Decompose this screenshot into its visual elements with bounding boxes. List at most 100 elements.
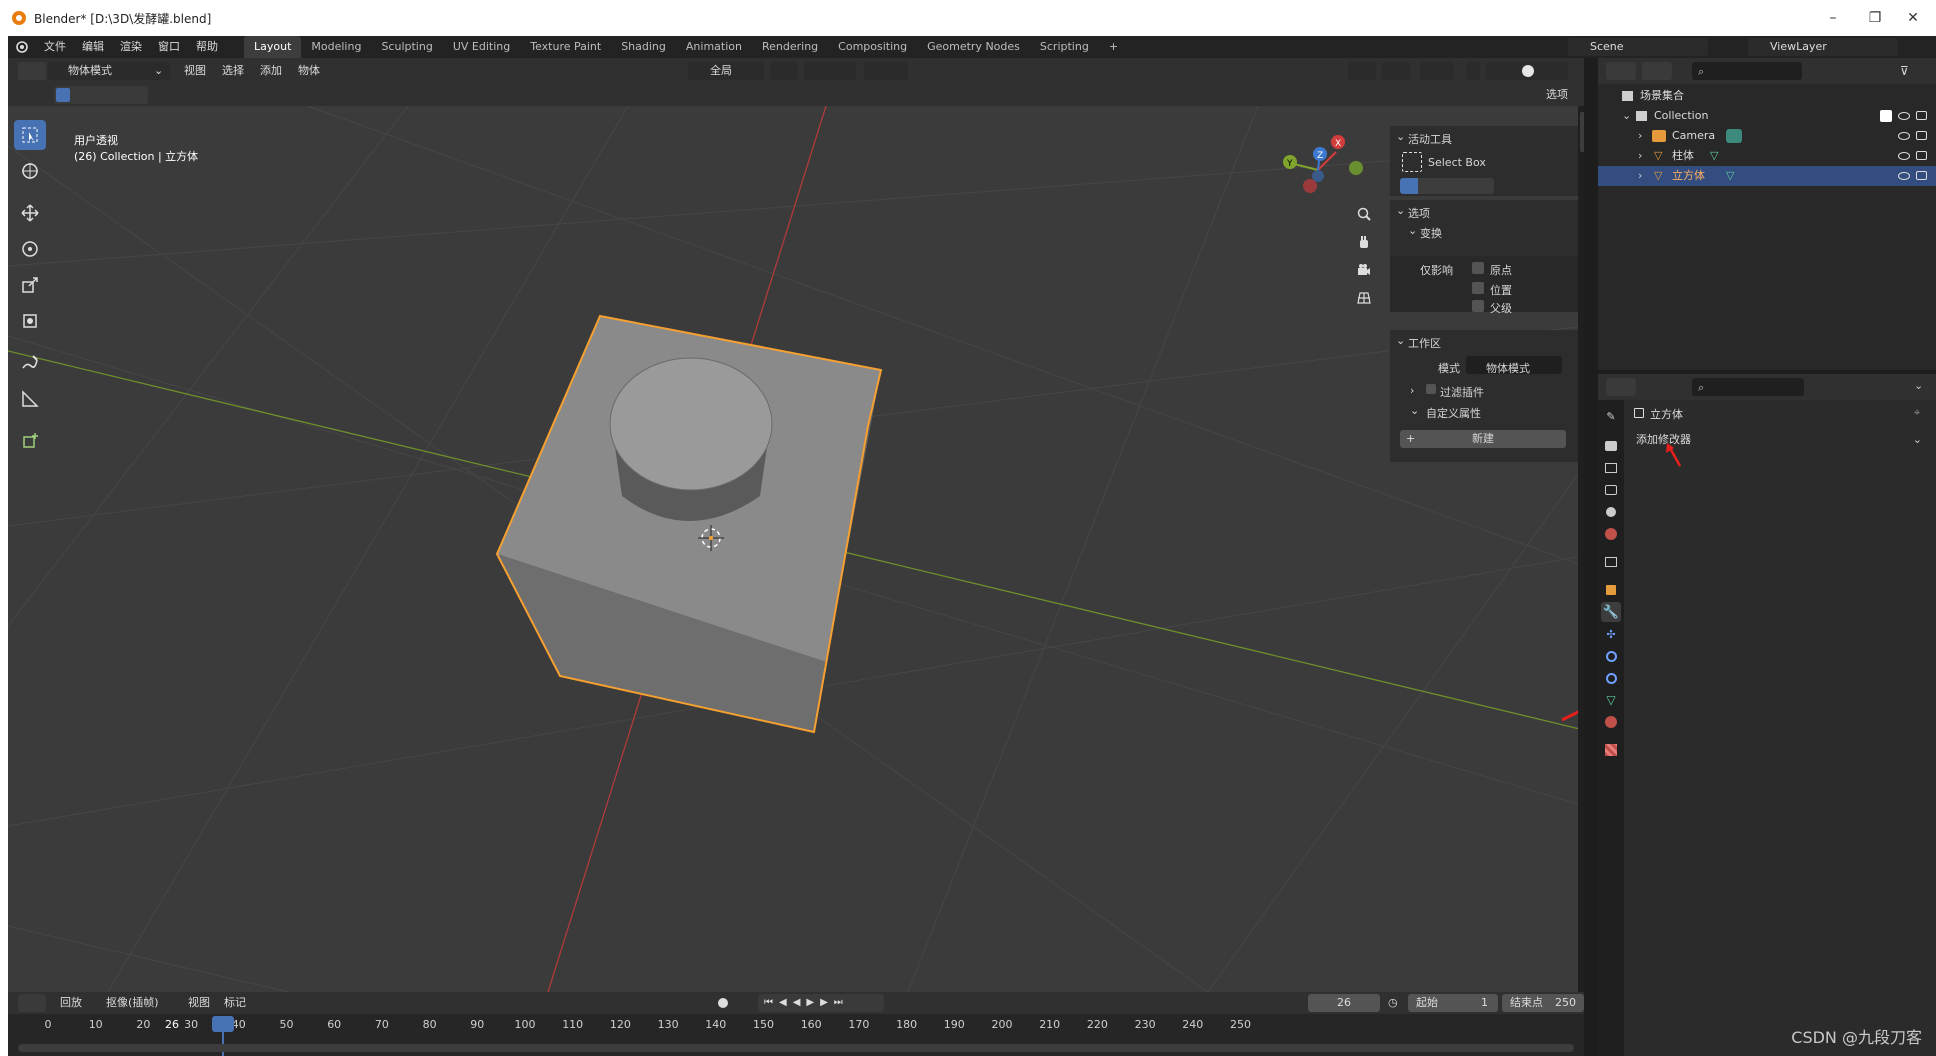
- markers-menu[interactable]: 标记: [224, 994, 246, 1012]
- outliner-item-camera[interactable]: › Camera: [1598, 126, 1936, 146]
- clock-icon[interactable]: ◷: [1388, 994, 1404, 1012]
- chevron-down-icon[interactable]: ⌄: [1396, 334, 1405, 347]
- menu-help[interactable]: 帮助: [188, 36, 226, 58]
- exclude-checkbox[interactable]: [1880, 110, 1892, 122]
- pin-icon[interactable]: ⌖: [1914, 406, 1920, 420]
- select-new-icon[interactable]: [56, 88, 70, 102]
- menu-add[interactable]: 添加: [260, 62, 282, 80]
- object-properties-icon[interactable]: [1601, 580, 1621, 600]
- filter-addons-checkbox[interactable]: [1426, 384, 1436, 394]
- minimize-button[interactable]: –: [1810, 0, 1856, 36]
- solid-shading-icon[interactable]: [1522, 65, 1534, 77]
- chevron-right-icon[interactable]: ›: [1410, 384, 1414, 397]
- timeline-ruler[interactable]: 0 10 20 26 30 40 50 60 70 80 90 100 110 120 130 140 150 1…: [8, 1014, 1584, 1056]
- perspective-grid-icon[interactable]: [1352, 286, 1376, 310]
- tab-geometry-nodes[interactable]: Geometry Nodes: [917, 36, 1030, 58]
- scene-selector[interactable]: Scene: [1568, 38, 1708, 56]
- chevron-right-icon[interactable]: ›: [1638, 166, 1642, 186]
- affect-origins-checkbox[interactable]: [1472, 262, 1484, 274]
- 3d-viewport[interactable]: 用户透视 (26) Collection | 立方体 X Y Z ⌄ 活动工具 …: [8, 106, 1584, 992]
- tool-properties-icon[interactable]: ✎: [1601, 406, 1621, 426]
- affect-parents-checkbox[interactable]: [1472, 300, 1484, 312]
- visibility-button[interactable]: [1348, 62, 1376, 80]
- menu-object[interactable]: 物体: [298, 62, 320, 80]
- modifier-properties-icon[interactable]: 🔧: [1601, 602, 1621, 622]
- eye-icon[interactable]: [1898, 152, 1910, 160]
- eye-icon[interactable]: [1898, 112, 1910, 120]
- scene-properties-icon[interactable]: [1601, 502, 1621, 522]
- rotate-tool[interactable]: [14, 234, 46, 264]
- tab-rendering[interactable]: Rendering: [752, 36, 828, 58]
- select-box-tool[interactable]: [14, 120, 46, 150]
- end-frame-field[interactable]: 结束点 250: [1502, 994, 1584, 1012]
- keying-menu[interactable]: 抠像(插帧): [106, 994, 159, 1012]
- add-cube-tool[interactable]: [14, 426, 46, 456]
- annotate-tool[interactable]: [14, 348, 46, 378]
- chevron-down-icon[interactable]: ⌄: [1396, 130, 1405, 143]
- scale-tool[interactable]: [14, 270, 46, 300]
- eye-icon[interactable]: [1898, 172, 1910, 180]
- menu-render[interactable]: 渲染: [112, 36, 150, 58]
- particles-properties-icon[interactable]: ✣: [1601, 624, 1621, 644]
- editor-type-button[interactable]: [18, 62, 46, 80]
- proportional-edit-button[interactable]: [864, 62, 908, 80]
- collection-row[interactable]: ⌄ Collection: [1598, 106, 1936, 126]
- collection-properties-icon[interactable]: [1601, 552, 1621, 572]
- cursor-tool[interactable]: [14, 156, 46, 186]
- start-frame-field[interactable]: 起始 1: [1408, 994, 1498, 1012]
- chevron-down-icon[interactable]: ⌄: [1396, 204, 1405, 217]
- menu-window[interactable]: 窗口: [150, 36, 188, 58]
- tab-view[interactable]: 视图: [1580, 200, 1584, 240]
- world-properties-icon[interactable]: [1601, 524, 1621, 544]
- tab-animation[interactable]: Animation: [676, 36, 752, 58]
- properties-editor-type-button[interactable]: [1606, 378, 1636, 396]
- xray-button[interactable]: [1466, 62, 1480, 80]
- transform-subheader[interactable]: 变换: [1420, 225, 1442, 241]
- outliner-editor-type-button[interactable]: [1606, 62, 1636, 80]
- view-layer-selector[interactable]: ViewLayer: [1748, 38, 1898, 56]
- camera-render-icon[interactable]: [1916, 131, 1927, 140]
- tab-tool[interactable]: 工具: [1580, 156, 1584, 196]
- chevron-down-icon[interactable]: ⌄: [1914, 379, 1923, 392]
- menu-edit[interactable]: 编辑: [74, 36, 112, 58]
- camera-render-icon[interactable]: [1916, 171, 1927, 180]
- properties-search-input[interactable]: [1692, 378, 1804, 396]
- playback-controls[interactable]: ⏮◀◀▶▶⏭: [758, 994, 884, 1012]
- camera-render-icon[interactable]: [1916, 111, 1927, 120]
- workspace-header[interactable]: 工作区: [1408, 335, 1441, 351]
- outliner-search-input[interactable]: [1692, 62, 1802, 80]
- tab-compositing[interactable]: Compositing: [828, 36, 917, 58]
- pan-hand-icon[interactable]: [1352, 230, 1376, 254]
- eye-icon[interactable]: [1898, 132, 1910, 140]
- tab-item[interactable]: 项目: [1580, 112, 1584, 152]
- tab-modeling[interactable]: Modeling: [301, 36, 371, 58]
- outliner-item-cylinder[interactable]: › ▽ 柱体 ▽: [1598, 146, 1936, 166]
- cylinder-object[interactable]: [609, 357, 773, 521]
- chevron-right-icon[interactable]: ›: [1638, 146, 1642, 166]
- output-properties-icon[interactable]: [1601, 458, 1621, 478]
- gizmo-button[interactable]: [1382, 62, 1410, 80]
- blender-menu-icon[interactable]: [8, 36, 36, 58]
- display-mode-button[interactable]: [1642, 62, 1672, 80]
- filter-addons-label[interactable]: 过滤插件: [1440, 384, 1484, 400]
- active-tool-header[interactable]: 活动工具: [1408, 131, 1452, 147]
- tab-scripting[interactable]: Scripting: [1030, 36, 1099, 58]
- timeline-editor-type-button[interactable]: [18, 994, 46, 1012]
- record-icon[interactable]: [718, 998, 728, 1008]
- data-properties-icon[interactable]: ▽: [1601, 690, 1621, 710]
- tab-shading[interactable]: Shading: [611, 36, 676, 58]
- current-frame-field[interactable]: 26: [1308, 994, 1380, 1012]
- camera-view-icon[interactable]: [1352, 258, 1376, 282]
- constraints-properties-icon[interactable]: [1601, 668, 1621, 688]
- measure-tool[interactable]: [14, 384, 46, 414]
- options-header[interactable]: 选项: [1408, 205, 1430, 221]
- new-button[interactable]: + 新建: [1400, 430, 1566, 448]
- tab-layout[interactable]: Layout: [244, 36, 302, 58]
- camera-render-icon[interactable]: [1916, 151, 1927, 160]
- render-properties-icon[interactable]: [1601, 436, 1621, 456]
- material-properties-icon[interactable]: [1601, 712, 1621, 732]
- menu-file[interactable]: 文件: [36, 36, 74, 58]
- view-menu[interactable]: 视图: [188, 994, 210, 1012]
- filter-icon[interactable]: ⊽: [1900, 64, 1909, 78]
- pivot-point-button[interactable]: [770, 62, 798, 80]
